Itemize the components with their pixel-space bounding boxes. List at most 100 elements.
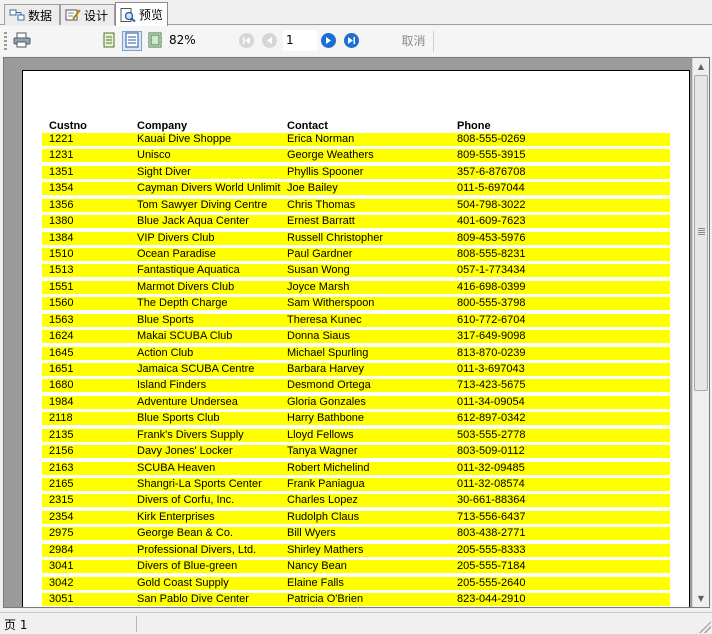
printer-icon <box>13 32 31 51</box>
preview-toolbar: 82% 1 取消 <box>0 26 712 56</box>
phone-cell: 401-609-7623 <box>457 215 526 228</box>
company-cell: Marmot Divers Club <box>137 280 235 293</box>
preview-viewport[interactable]: Custno Company Contact Phone 1221 Kauai D… <box>3 57 710 608</box>
custno-cell: 2156 <box>49 445 74 458</box>
table-row: 2165 Shangri-La Sports Center Frank Paniag… <box>42 478 670 492</box>
company-cell: San Pablo Dive Center <box>137 593 249 606</box>
next-page-button[interactable] <box>321 33 336 48</box>
company-cell: VIP Divers Club <box>137 231 215 244</box>
contact-cell: Rudolph Claus <box>287 510 360 523</box>
custno-cell: 1645 <box>49 346 74 359</box>
company-cell: Jamaica SCUBA Centre <box>137 363 255 376</box>
contact-cell: George Weathers <box>287 149 374 162</box>
scroll-thumb[interactable] <box>694 75 708 391</box>
custno-cell: 1356 <box>49 198 74 211</box>
phone-cell: 803-509-0112 <box>457 445 525 458</box>
contact-cell: Ernest Barratt <box>287 215 355 228</box>
resize-grip-icon[interactable] <box>699 621 711 633</box>
company-cell: Kirk Enterprises <box>137 510 215 523</box>
custno-cell: 2975 <box>49 527 74 540</box>
custno-cell: 1380 <box>49 215 74 228</box>
single-page-button[interactable] <box>99 31 119 51</box>
page-number-input[interactable]: 1 <box>283 30 317 51</box>
phone-cell: 823-044-2910 <box>457 593 526 606</box>
phone-cell: 713-423-5675 <box>457 379 526 392</box>
table-row: 1351 Sight Diver Phyllis Spooner 357-6-8767… <box>42 165 670 179</box>
scroll-down-arrow-icon[interactable]: ▼ <box>693 590 709 607</box>
table-row: 2975 George Bean & Co. Bill Wyers 803-438-2… <box>42 527 670 541</box>
table-row: 2163 SCUBA Heaven Robert Michelind 011-32-0… <box>42 461 670 475</box>
table-row: 1563 Blue Sports Theresa Kunec 610-772-6704 <box>42 313 670 327</box>
cancel-button[interactable]: 取消 <box>394 31 434 52</box>
custno-cell: 2315 <box>49 494 74 507</box>
company-cell: Fantastique Aquatica <box>137 264 240 277</box>
company-cell: Blue Sports <box>137 313 194 326</box>
custno-cell: 1563 <box>49 313 74 326</box>
custno-cell: 3042 <box>49 576 74 589</box>
phone-cell: 809-555-3915 <box>457 149 526 162</box>
preview-icon <box>120 7 136 22</box>
custno-cell: 2165 <box>49 478 74 491</box>
company-cell: Divers of Corfu, Inc. <box>137 494 235 507</box>
print-button[interactable] <box>12 31 32 51</box>
company-cell: Makai SCUBA Club <box>137 330 233 343</box>
phone-cell: 803-438-2771 <box>457 527 526 540</box>
company-cell: Ocean Paradise <box>137 248 216 260</box>
header-company: Company <box>137 120 188 132</box>
tab-preview[interactable]: 预览 <box>115 2 168 26</box>
last-page-button[interactable] <box>344 33 359 48</box>
contact-cell: Shirley Mathers <box>287 543 364 556</box>
table-row: 1645 Action Club Michael Spurling 813-870-0… <box>42 346 670 360</box>
phone-cell: 317-649-9098 <box>457 330 526 343</box>
phone-cell: 357-6-876708 <box>457 165 526 178</box>
custno-cell: 2163 <box>49 461 74 474</box>
vertical-scrollbar[interactable]: ▲ ▼ <box>692 58 709 607</box>
previous-page-button[interactable] <box>262 33 277 48</box>
table-row: 3051 San Pablo Dive Center Patricia O'Brie… <box>42 593 670 607</box>
company-cell: Shangri-La Sports Center <box>137 478 262 491</box>
contact-cell: Desmond Ortega <box>287 379 371 392</box>
custno-cell: 1984 <box>49 395 74 408</box>
table-row: 2156 Davy Jones' Locker Tanya Wagner 803-50… <box>42 445 670 459</box>
table-row: 1380 Blue Jack Aqua Center Ernest Barratt 4… <box>42 215 670 229</box>
custno-cell: 2354 <box>49 510 74 523</box>
company-cell: George Bean & Co. <box>137 527 234 540</box>
tab-preview-label: 预览 <box>139 8 164 22</box>
table-row: 1680 Island Finders Desmond Ortega 713-423-… <box>42 379 670 393</box>
company-cell: Gold Coast Supply <box>137 576 229 589</box>
first-page-button[interactable] <box>239 33 254 48</box>
table-row: 1984 Adventure Undersea Gloria Gonzales 011… <box>42 395 670 409</box>
phone-cell: 011-32-09485 <box>457 461 525 474</box>
header-contact: Contact <box>287 120 328 132</box>
table-row: 1651 Jamaica SCUBA Centre Barbara Harvey 01… <box>42 363 670 377</box>
company-cell: Cayman Divers World Unlimited <box>137 182 281 195</box>
scroll-up-arrow-icon[interactable]: ▲ <box>693 58 709 75</box>
phone-cell: 416-698-0399 <box>457 280 526 293</box>
company-cell: Tom Sawyer Diving Centre <box>137 198 268 211</box>
phone-cell: 205-555-7184 <box>457 560 526 573</box>
table-row: 1354 Cayman Divers World Unlimited Joe Bai… <box>42 182 670 196</box>
toolbar-grip[interactable] <box>4 32 7 50</box>
whole-page-button[interactable] <box>145 31 165 51</box>
company-cell: SCUBA Heaven <box>137 461 216 474</box>
page-width-button[interactable] <box>122 31 142 51</box>
contact-cell: Michael Spurling <box>287 346 369 359</box>
contact-cell: Elaine Falls <box>287 576 344 589</box>
custno-cell: 1651 <box>49 363 74 376</box>
contact-cell: Russell Christopher <box>287 231 383 244</box>
custno-cell: 3051 <box>49 593 74 606</box>
company-cell: Blue Sports Club <box>137 412 220 425</box>
phone-cell: 011-32-08574 <box>457 478 525 491</box>
company-cell: Divers of Blue-green <box>137 560 238 573</box>
tab-design[interactable]: 设计 <box>60 4 115 25</box>
tab-data[interactable]: 数据 <box>4 4 60 25</box>
design-icon <box>65 8 81 22</box>
custno-cell: 1384 <box>49 231 74 244</box>
contact-cell: Lloyd Fellows <box>287 428 354 441</box>
phone-cell: 808-555-8231 <box>457 248 526 260</box>
zoom-level[interactable]: 82% <box>169 33 196 47</box>
page-width-icon <box>124 32 140 51</box>
table-row: 1624 Makai SCUBA Club Donna Siaus 317-649-9… <box>42 330 670 344</box>
phone-cell: 713-556-6437 <box>457 510 526 523</box>
contact-cell: Joe Bailey <box>287 182 338 195</box>
